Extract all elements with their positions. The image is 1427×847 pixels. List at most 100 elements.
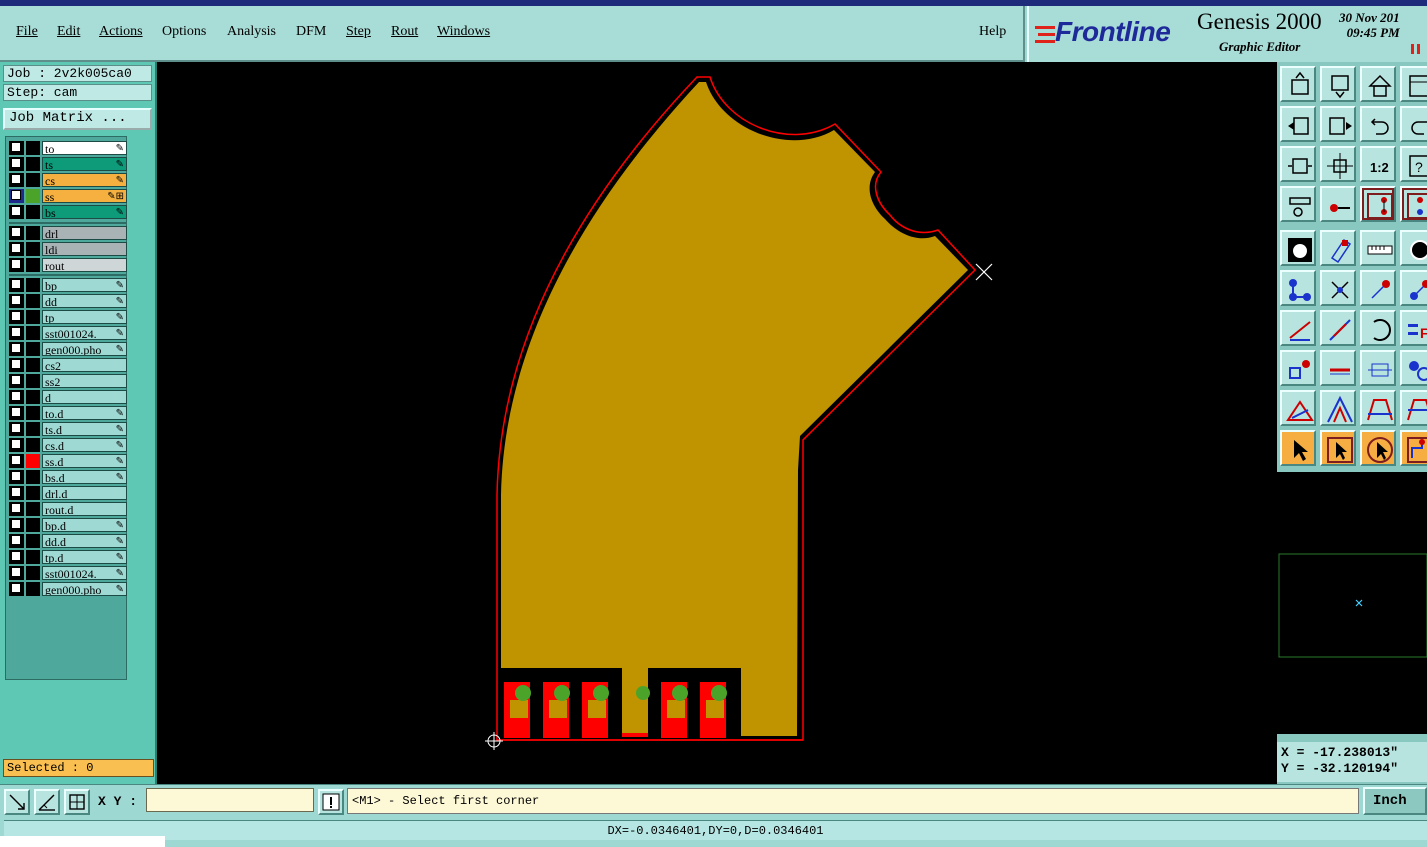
layer-name[interactable]: ss ✎⊞ [42,189,127,203]
measure-tool-button[interactable] [1280,186,1316,222]
layer-checkbox[interactable] [9,205,24,219]
layer-checkbox[interactable] [9,454,24,468]
layer-state[interactable] [26,310,40,324]
layer-row[interactable]: gen000.pho ✎ [9,582,127,596]
layer-row[interactable]: to ✎ [9,141,127,155]
layer-checkbox[interactable] [9,294,24,308]
add-pad-tool-button[interactable] [1360,270,1396,306]
layer-checkbox[interactable] [9,422,24,436]
line-angle-tool-button[interactable] [1280,310,1316,346]
netlist-tool-button[interactable] [1360,186,1396,222]
layer-name[interactable]: cs ✎ [42,173,127,187]
layer-row[interactable]: ss.d ✎ [9,454,127,468]
layer-checkbox[interactable] [9,502,24,516]
layer-checkbox[interactable] [9,258,24,272]
home-tool-button[interactable] [1360,66,1396,102]
layer-checkbox[interactable] [9,550,24,564]
layer-state[interactable] [26,582,40,596]
layer-state[interactable] [26,157,40,171]
layer-state[interactable] [26,242,40,256]
layer-name[interactable]: ldi [42,242,127,256]
layer-checkbox[interactable] [9,582,24,596]
layer-row[interactable]: rout [9,258,127,272]
layer-state[interactable] [26,141,40,155]
zoom-fit-tool-button[interactable] [1280,146,1316,182]
arch-alt-tool-button[interactable] [1400,390,1427,426]
redo-tool-button[interactable] [1400,106,1427,142]
layer-row[interactable]: ss2 [9,374,127,388]
layer-checkbox[interactable] [9,358,24,372]
layer-name[interactable]: dd.d ✎ [42,534,127,548]
pan-right-tool-button[interactable] [1320,106,1356,142]
layer-name[interactable]: gen000.pho ✎ [42,582,127,596]
layer-checkbox[interactable] [9,226,24,240]
layer-row[interactable]: cs ✎ [9,173,127,187]
layer-name[interactable]: rout [42,258,127,272]
snap-angle-button[interactable] [34,789,60,815]
circle-pad-tool-button[interactable] [1400,230,1427,266]
overview-window[interactable] [1277,472,1427,734]
layer-state[interactable] [26,422,40,436]
layer-row[interactable]: rout.d [9,502,127,516]
layer-checkbox[interactable] [9,438,24,452]
arc-tool-button[interactable] [1360,310,1396,346]
merge-tool-button[interactable] [1400,350,1427,386]
menu-file[interactable]: File [16,24,38,40]
layer-state[interactable] [26,374,40,388]
layer-checkbox[interactable] [9,470,24,484]
home-up-tool-button[interactable] [1280,66,1316,102]
select-box-tool-button[interactable] [1320,430,1356,466]
layer-row[interactable]: bp ✎ [9,278,127,292]
triangle-tool-button[interactable] [1280,390,1316,426]
xy-input[interactable] [146,788,314,812]
layer-name[interactable]: ts ✎ [42,157,127,171]
alert-button[interactable] [318,789,344,815]
layer-name[interactable]: drl [42,226,127,240]
line-tool-button[interactable] [1320,310,1356,346]
cross-tool-button[interactable] [1320,270,1356,306]
layer-row[interactable]: drl [9,226,127,240]
arch-tool-button[interactable] [1360,390,1396,426]
layer-state[interactable] [26,326,40,340]
layer-state[interactable] [26,406,40,420]
layer-state[interactable] [26,226,40,240]
layer-checkbox[interactable] [9,406,24,420]
layer-row[interactable]: cs2 [9,358,127,372]
layer-state[interactable] [26,342,40,356]
layer-name[interactable]: bp ✎ [42,278,127,292]
layer-checkbox[interactable] [9,326,24,340]
menu-rout[interactable]: Rout [391,24,418,40]
dimension-tool-button[interactable] [1360,350,1396,386]
layer-state[interactable] [26,518,40,532]
ruler-tool-button[interactable] [1360,230,1396,266]
menu-windows[interactable]: Windows [437,24,490,40]
select-circle-tool-button[interactable] [1360,430,1396,466]
graphic-canvas[interactable] [157,62,1277,784]
layer-checkbox[interactable] [9,242,24,256]
layer-checkbox[interactable] [9,278,24,292]
route-tool-button[interactable] [1400,430,1427,466]
netlist-alt-tool-button[interactable] [1400,186,1427,222]
highlight-tool-button[interactable] [1320,230,1356,266]
layer-name[interactable]: to ✎ [42,141,127,155]
layer-state[interactable] [26,438,40,452]
layer-state[interactable] [26,294,40,308]
layer-row[interactable]: drl.d [9,486,127,500]
zoom-center-tool-button[interactable] [1320,146,1356,182]
layer-name[interactable]: ts.d ✎ [42,422,127,436]
layer-name[interactable]: sst001024. ✎ [42,566,127,580]
layer-row[interactable]: ts ✎ [9,157,127,171]
layer-state[interactable] [26,189,40,203]
layer-checkbox[interactable] [9,189,24,203]
layer-state[interactable] [26,258,40,272]
help-tool-button[interactable]: ? [1400,146,1427,182]
add-pad-alt-tool-button[interactable] [1400,270,1427,306]
polygon-tool-button[interactable] [1320,390,1356,426]
layer-name[interactable]: tp ✎ [42,310,127,324]
layer-name[interactable]: ss2 [42,374,127,388]
pan-left-tool-button[interactable] [1280,106,1316,142]
undo-tool-button[interactable] [1360,106,1396,142]
layer-checkbox[interactable] [9,534,24,548]
layer-row[interactable]: bs ✎ [9,205,127,219]
layer-name[interactable]: bs.d ✎ [42,470,127,484]
